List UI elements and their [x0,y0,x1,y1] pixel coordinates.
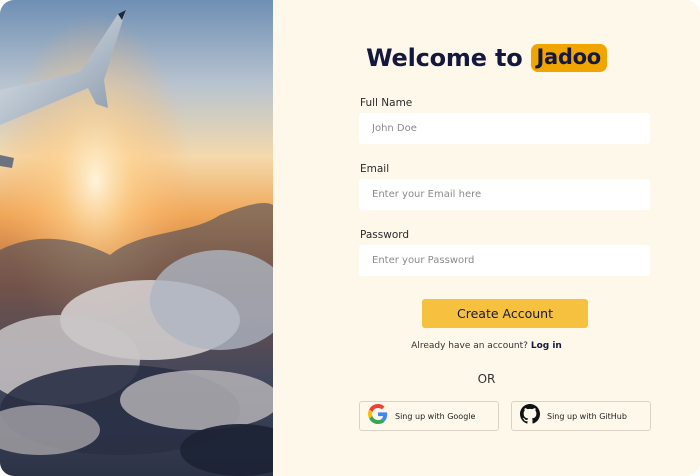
google-icon [368,404,388,428]
password-input[interactable] [359,245,650,276]
github-icon [520,404,540,428]
welcome-heading: Welcome to Jadoo [273,44,700,72]
signup-card: Welcome to Jadoo Full Name Email Passwor… [0,0,700,476]
login-prompt: Already have an account? Log in [273,341,700,351]
google-signup-button[interactable]: Sing up with Google [359,401,499,431]
brand-badge: Jadoo [530,44,607,72]
google-signup-label: Sing up with Google [395,411,476,421]
full-name-input[interactable] [359,113,650,144]
email-label: Email [360,163,390,175]
create-account-button[interactable]: Create Account [422,299,588,328]
hero-image [0,0,273,476]
airplane-sky-image [0,0,273,476]
login-link[interactable]: Log in [531,341,562,351]
email-input[interactable] [359,179,650,210]
signup-panel: Welcome to Jadoo Full Name Email Passwor… [273,0,700,476]
github-signup-label: Sing up with GitHub [547,411,627,421]
full-name-label: Full Name [360,97,413,109]
login-prompt-text: Already have an account? [411,341,528,351]
welcome-text: Welcome to [366,44,523,72]
github-signup-button[interactable]: Sing up with GitHub [511,401,651,431]
or-divider: OR [477,372,496,386]
password-label: Password [360,229,410,241]
